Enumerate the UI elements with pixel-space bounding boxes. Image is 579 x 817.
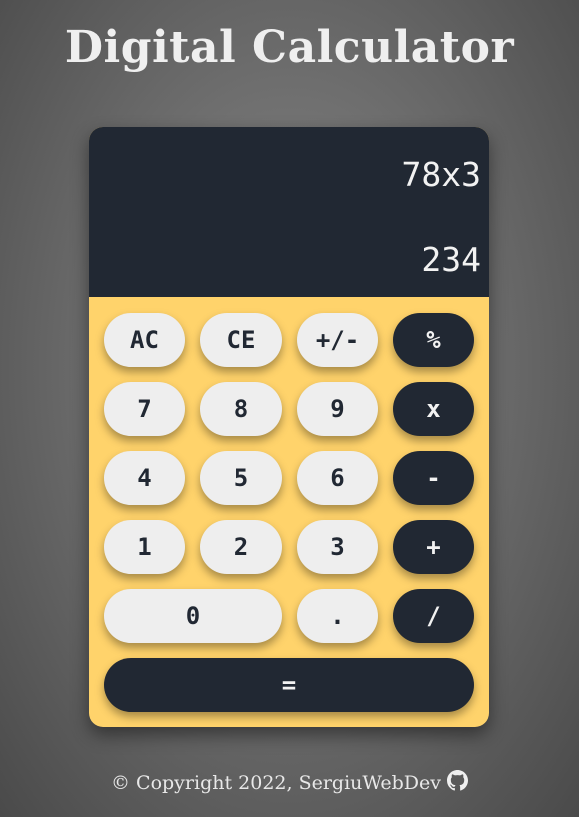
digit-0-button[interactable]: 0 (104, 589, 282, 643)
result-display: 234 (421, 240, 481, 279)
digit-1-button[interactable]: 1 (104, 520, 185, 574)
github-icon[interactable] (447, 770, 468, 796)
all-clear-button[interactable]: AC (104, 313, 185, 367)
divide-button[interactable]: / (393, 589, 474, 643)
clear-entry-button[interactable]: CE (200, 313, 282, 367)
percent-button[interactable]: % (393, 313, 474, 367)
calculator: 78x3 234 AC CE +/- % 7 8 9 x 4 5 6 - 1 2… (89, 127, 489, 727)
digit-2-button[interactable]: 2 (200, 520, 282, 574)
digit-3-button[interactable]: 3 (297, 520, 378, 574)
multiply-button[interactable]: x (393, 382, 474, 436)
decimal-button[interactable]: . (297, 589, 378, 643)
sign-toggle-button[interactable]: +/- (297, 313, 378, 367)
equals-button[interactable]: = (104, 658, 474, 712)
add-button[interactable]: + (393, 520, 474, 574)
digit-6-button[interactable]: 6 (297, 451, 378, 505)
copyright-text: © Copyright 2022, SergiuWebDev (111, 772, 441, 794)
digit-7-button[interactable]: 7 (104, 382, 185, 436)
subtract-button[interactable]: - (393, 451, 474, 505)
footer: © Copyright 2022, SergiuWebDev (0, 770, 579, 796)
keypad: AC CE +/- % 7 8 9 x 4 5 6 - 1 2 3 + 0 . … (89, 297, 489, 727)
digit-9-button[interactable]: 9 (297, 382, 378, 436)
digit-8-button[interactable]: 8 (200, 382, 282, 436)
calculator-display: 78x3 234 (89, 127, 489, 297)
digit-4-button[interactable]: 4 (104, 451, 185, 505)
expression-display: 78x3 (401, 155, 481, 194)
digit-5-button[interactable]: 5 (200, 451, 282, 505)
page-title: Digital Calculator (64, 22, 515, 73)
